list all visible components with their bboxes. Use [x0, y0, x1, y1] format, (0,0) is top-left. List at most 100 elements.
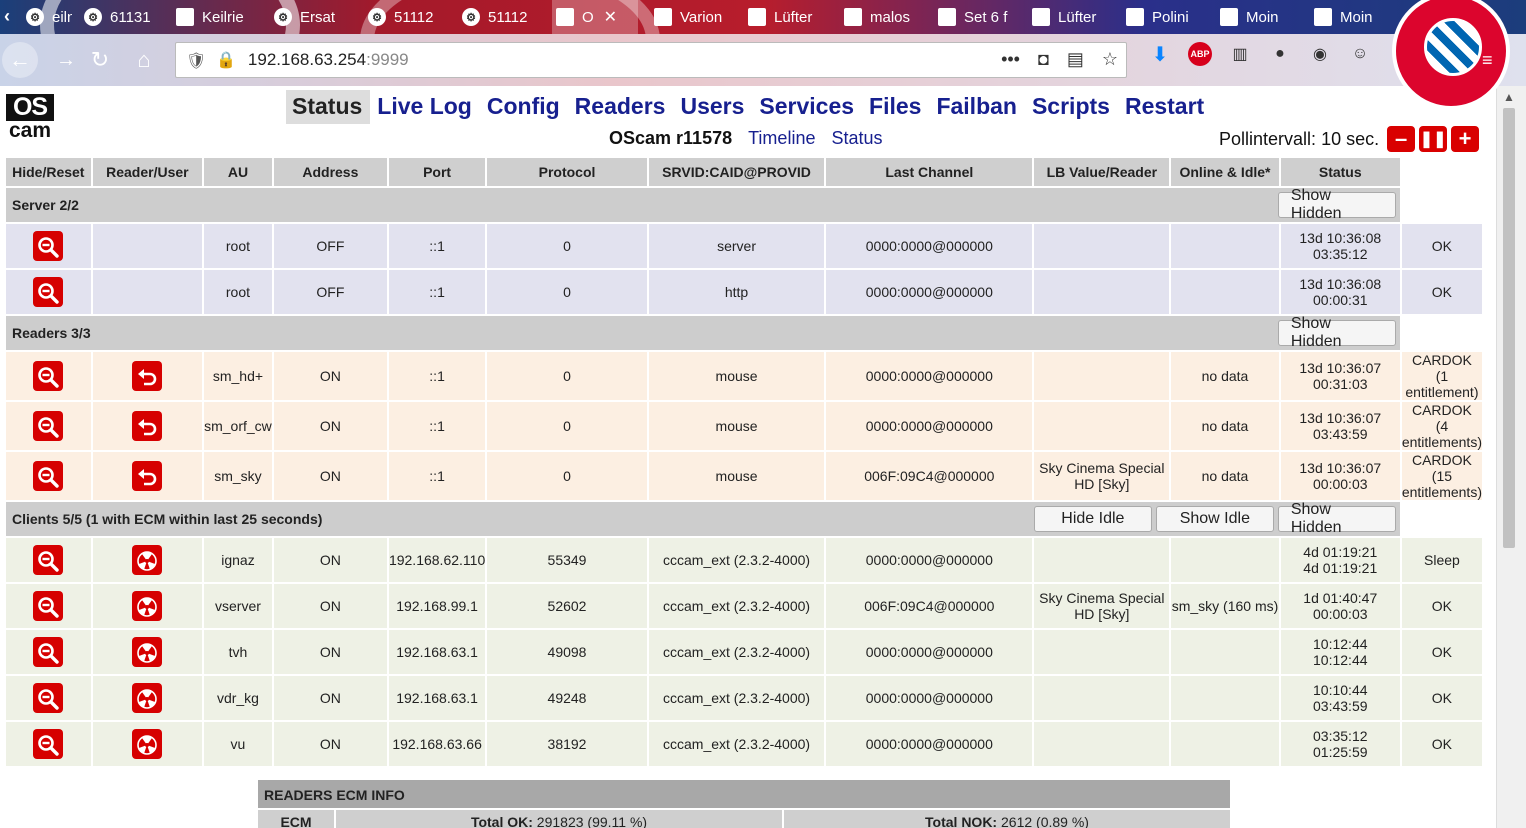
status-cell[interactable]: CARDOK (4 entitlements) — [1401, 402, 1482, 450]
kill-client-icon[interactable] — [132, 729, 163, 759]
status-cell[interactable]: OK — [1401, 270, 1482, 314]
close-tab-icon[interactable]: ✕ — [604, 7, 617, 27]
bookmark-star-icon[interactable]: ☆ — [1102, 49, 1118, 70]
browser-tab[interactable]: O ✕ — [552, 0, 638, 34]
kill-client-icon[interactable] — [132, 591, 163, 621]
hide-magnifier-icon[interactable] — [33, 729, 64, 759]
status-cell[interactable]: CARDOK (1 entitlement) — [1401, 352, 1482, 400]
hide-magnifier-icon[interactable] — [33, 361, 64, 391]
extension-cat-icon[interactable]: ◉ — [1308, 42, 1332, 66]
column-header[interactable]: Hide/Reset — [6, 158, 91, 186]
column-header[interactable]: Last Channel — [826, 158, 1033, 186]
timeline-link[interactable]: Timeline — [748, 128, 815, 149]
column-header[interactable]: Reader/User — [92, 158, 203, 186]
menu-files[interactable]: Files — [863, 90, 929, 124]
browser-tab[interactable]: Moin — [1216, 0, 1300, 34]
show-hidden-button[interactable]: Show Hidden — [1277, 501, 1396, 536]
browser-tab[interactable]: ⚙ 51112 — [364, 0, 448, 34]
kill-client-icon[interactable] — [132, 545, 163, 575]
hide-magnifier-icon[interactable] — [33, 545, 64, 575]
reader-user-cell[interactable]: tvh — [204, 630, 272, 674]
oscam-logo[interactable]: OS cam — [6, 94, 54, 142]
browser-tab[interactable]: ⚙ eilne — [22, 0, 72, 34]
entitlements-text[interactable]: (15 entitlements) — [1402, 468, 1482, 500]
poll-decrease-button[interactable]: – — [1387, 126, 1416, 152]
hide-magnifier-icon[interactable] — [33, 591, 64, 621]
poll-increase-button[interactable]: + — [1451, 126, 1480, 152]
browser-tab[interactable]: Keilrie — [172, 0, 256, 34]
reader-user-cell[interactable]: vdr_kg — [204, 676, 272, 720]
hide-idle-button[interactable]: Hide Idle — [1033, 506, 1152, 532]
browser-tab[interactable]: malos — [840, 0, 924, 34]
back-button[interactable]: ← — [2, 42, 38, 78]
menu-failban[interactable]: Failban — [930, 90, 1025, 124]
pocket-icon[interactable]: ◘ — [1038, 49, 1049, 70]
reader-user-cell[interactable]: sm_hd+ — [204, 352, 272, 400]
browser-tab[interactable]: Moin — [1310, 0, 1394, 34]
download-icon[interactable]: ⬇ — [1148, 42, 1172, 66]
column-header[interactable]: LB Value/Reader — [1034, 158, 1170, 186]
insecure-lock-icon[interactable]: 🔒 — [216, 50, 236, 70]
column-header[interactable]: Protocol — [487, 158, 647, 186]
menu-scripts[interactable]: Scripts — [1026, 90, 1118, 124]
page-scrollbar[interactable]: ▲ — [1496, 86, 1526, 828]
adblock-icon[interactable]: ABP — [1188, 42, 1212, 66]
menu-restart[interactable]: Restart — [1119, 90, 1212, 124]
status-cell[interactable]: OK — [1401, 676, 1482, 720]
column-header[interactable]: Online & Idle* — [1171, 158, 1279, 186]
account-icon[interactable]: ☺ — [1348, 42, 1372, 66]
scrollbar-thumb[interactable] — [1503, 108, 1515, 548]
browser-tab[interactable]: ⚙ Ersat — [270, 0, 354, 34]
hide-magnifier-icon[interactable] — [33, 461, 64, 491]
browser-tab[interactable]: Set 6 f — [934, 0, 1018, 34]
status-link[interactable]: Status — [831, 128, 882, 149]
browser-tab[interactable]: Polini — [1122, 0, 1206, 34]
url-text[interactable]: 192.168.63.254:9999 — [248, 50, 409, 70]
hide-magnifier-icon[interactable] — [33, 231, 64, 261]
reader-user-cell[interactable]: sm_sky — [204, 452, 272, 500]
menu-users[interactable]: Users — [674, 90, 752, 124]
show-hidden-button[interactable]: Show Hidden — [1277, 187, 1396, 222]
home-button[interactable]: ⌂ — [128, 44, 160, 76]
tab-scroll-left-icon[interactable]: ‹ — [4, 6, 10, 27]
browser-tab[interactable]: Lüfter — [744, 0, 828, 34]
menu-readers[interactable]: Readers — [569, 90, 674, 124]
reader-user-cell[interactable]: root — [204, 270, 272, 314]
reader-user-cell[interactable]: vserver — [204, 584, 272, 628]
extension-icon[interactable]: ● — [1268, 42, 1292, 66]
reader-view-icon[interactable]: ▤ — [1067, 49, 1084, 70]
poll-pause-button[interactable]: ❚❚ — [1419, 126, 1448, 152]
menu-config[interactable]: Config — [481, 90, 568, 124]
menu-services[interactable]: Services — [753, 90, 862, 124]
browser-tab[interactable]: Varion — [650, 0, 734, 34]
status-cell[interactable]: OK — [1401, 224, 1482, 268]
kill-client-icon[interactable] — [132, 637, 163, 667]
shield-icon[interactable]: 🛡 — [186, 51, 206, 70]
reader-user-cell[interactable]: root — [204, 224, 272, 268]
column-header[interactable]: Port — [388, 158, 486, 186]
scroll-up-icon[interactable]: ▲ — [1503, 90, 1515, 104]
show-hidden-button[interactable]: Show Hidden — [1277, 315, 1396, 350]
status-cell[interactable]: OK — [1401, 722, 1482, 766]
reader-user-cell[interactable]: vu — [204, 722, 272, 766]
status-cell[interactable]: Sleep — [1401, 538, 1482, 582]
column-header[interactable]: Address — [273, 158, 387, 186]
hamburger-menu-icon[interactable]: ≡ — [1482, 50, 1493, 71]
browser-tab[interactable]: ⚙ 51112 — [458, 0, 542, 34]
menu-live-log[interactable]: Live Log — [371, 90, 480, 124]
reader-user-cell[interactable]: sm_orf_cw — [204, 402, 272, 450]
menu-status[interactable]: Status — [286, 90, 371, 124]
reset-reader-icon[interactable] — [132, 361, 163, 391]
status-cell[interactable]: OK — [1401, 584, 1482, 628]
hide-magnifier-icon[interactable] — [33, 277, 64, 307]
entitlements-text[interactable]: (1 entitlement) — [1402, 368, 1482, 400]
browser-tab[interactable]: ⚙ 61131 — [80, 0, 164, 34]
status-cell[interactable]: CARDOK (15 entitlements) — [1401, 452, 1482, 500]
hide-magnifier-icon[interactable] — [33, 411, 64, 441]
show-idle-button[interactable]: Show Idle — [1155, 506, 1274, 532]
library-icon[interactable]: ▥ — [1228, 42, 1252, 66]
forward-button[interactable]: → — [50, 44, 82, 76]
hide-magnifier-icon[interactable] — [33, 637, 64, 667]
hide-magnifier-icon[interactable] — [33, 683, 64, 713]
column-header[interactable]: SRVID:CAID@PROVID — [648, 158, 825, 186]
